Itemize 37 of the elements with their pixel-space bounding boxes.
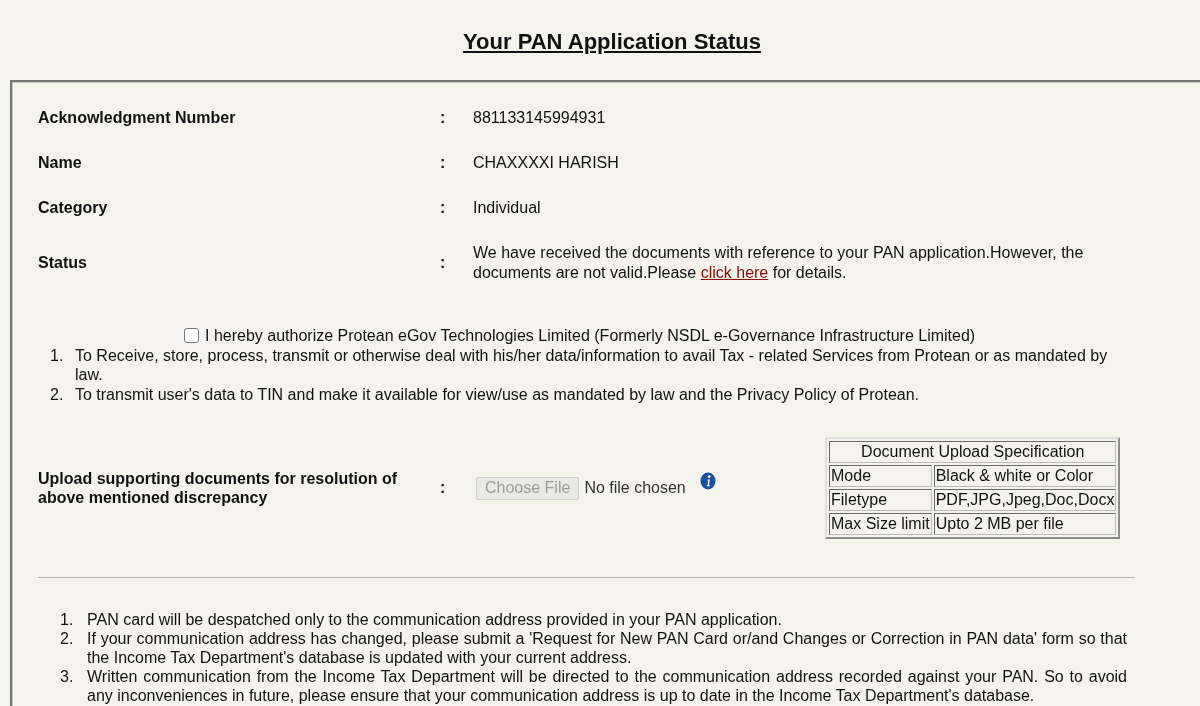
table-cell: Upto 2 MB per file (933, 513, 1117, 535)
field-label: Status (38, 253, 88, 272)
list-text: Written communication from the Income Tax Department will be directed to the communication address recorded against your PAN. So to avoid any inconveniences in future, please ensure that your communication address is up to date in the Income Tax Department's database. (87, 667, 1127, 705)
info-icon[interactable] (699, 472, 716, 490)
file-status-text: No file chosen (584, 479, 686, 497)
field-label: Name (38, 153, 83, 172)
consent-checkbox[interactable] (184, 328, 199, 344)
field-label: Upload supporting documents for resolution of above mentioned discrepancy (38, 469, 399, 507)
table-title: Document Upload Specification (829, 441, 1117, 463)
details-link[interactable]: click here (700, 263, 769, 281)
table-cell: Max Size limit (829, 513, 932, 535)
list-text: PAN card will be despatched only to the communication address provided in your PAN application. (87, 610, 783, 629)
list-text: If your communication address has changed, please submit a 'Request for New PAN Card or/and Changes or Correction in PAN data' form so that the Income Tax Department's database is updated with your current address. (87, 629, 1127, 667)
separator: : (440, 198, 447, 217)
separator: : (440, 153, 447, 172)
separator: : (440, 479, 447, 497)
list-number: 2. (50, 384, 65, 404)
field-value: Individual (473, 197, 542, 218)
list-number: 1. (60, 610, 75, 629)
list-text: To Receive, store, process, transmit or otherwise deal with his/her data/information to avail Tax - related Services from Protean or as mandated by law. (75, 345, 1109, 385)
separator: : (440, 108, 447, 127)
consent-label: I hereby authorize Protean eGov Technologies Limited (Formerly NSDL e-Governance Infrastructure Limited) (205, 326, 976, 346)
field-value: 881133145994931 (473, 107, 607, 128)
field-label: Category (38, 198, 109, 217)
list-text: To transmit user's data to TIN and make it available for view/use as mandated by law and the Privacy Policy of Protean. (75, 384, 921, 404)
separator: : (440, 253, 447, 272)
list-number: 2. (60, 629, 75, 649)
table-cell: Black & white or Color (933, 465, 1117, 487)
table-cell: Mode (829, 465, 932, 487)
field-value: CHAXXXXI HARISH (473, 152, 620, 173)
field-label: Acknowledgment Number (38, 108, 237, 127)
list-number: 1. (50, 345, 65, 366)
list-number: 3. (60, 667, 75, 687)
table-cell: Filetype (829, 489, 932, 511)
status-text: We have received the documents with reference to your PAN application.However, the documents are not valid.Please click here for details. (473, 243, 1085, 282)
page-title: Your PAN Application Status (463, 28, 761, 55)
table-cell: PDF,JPG,Jpeg,Doc,Docx (933, 489, 1117, 511)
